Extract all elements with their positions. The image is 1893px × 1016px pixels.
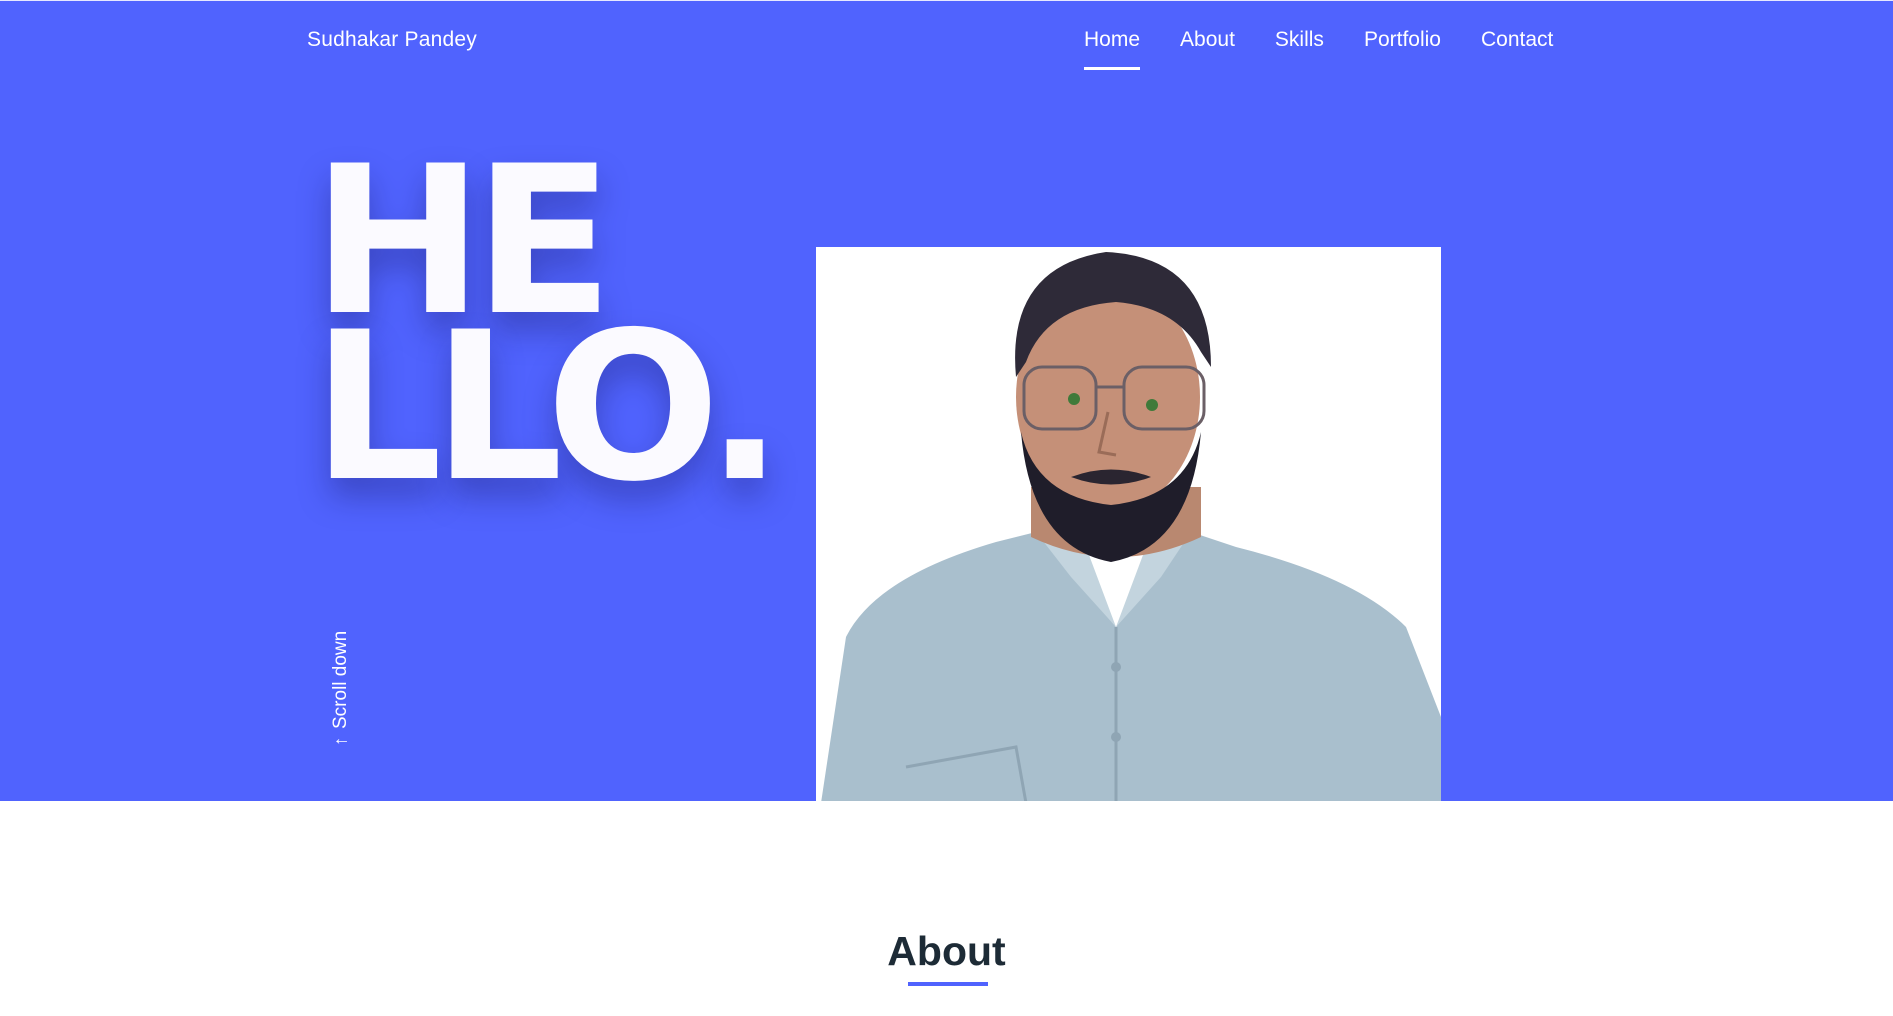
profile-portrait-illustration (821, 252, 1441, 801)
nav-home[interactable]: Home (1084, 28, 1141, 70)
about-heading: About (887, 928, 1006, 974)
scroll-down-label: Scroll down (330, 630, 351, 729)
hello-line-2: LLO. (312, 289, 784, 527)
brand-name[interactable]: Sudhakar Pandey (307, 28, 477, 52)
arrow-down-icon: → (332, 734, 350, 755)
about-heading-underline (908, 982, 988, 986)
nav-contact[interactable]: Contact (1481, 28, 1553, 52)
hello-heading: HE LLO. (312, 140, 784, 527)
nav-portfolio[interactable]: Portfolio (1364, 28, 1441, 52)
hero-section: Sudhakar Pandey Home About Skills Portfo… (0, 0, 1893, 801)
scroll-down-link[interactable]: → Scroll down (330, 630, 352, 755)
nav-about[interactable]: About (1180, 28, 1235, 52)
main-nav: Home About Skills Portfolio Contact (1084, 28, 1593, 70)
nav-skills[interactable]: Skills (1275, 28, 1324, 52)
profile-photo (816, 247, 1441, 801)
